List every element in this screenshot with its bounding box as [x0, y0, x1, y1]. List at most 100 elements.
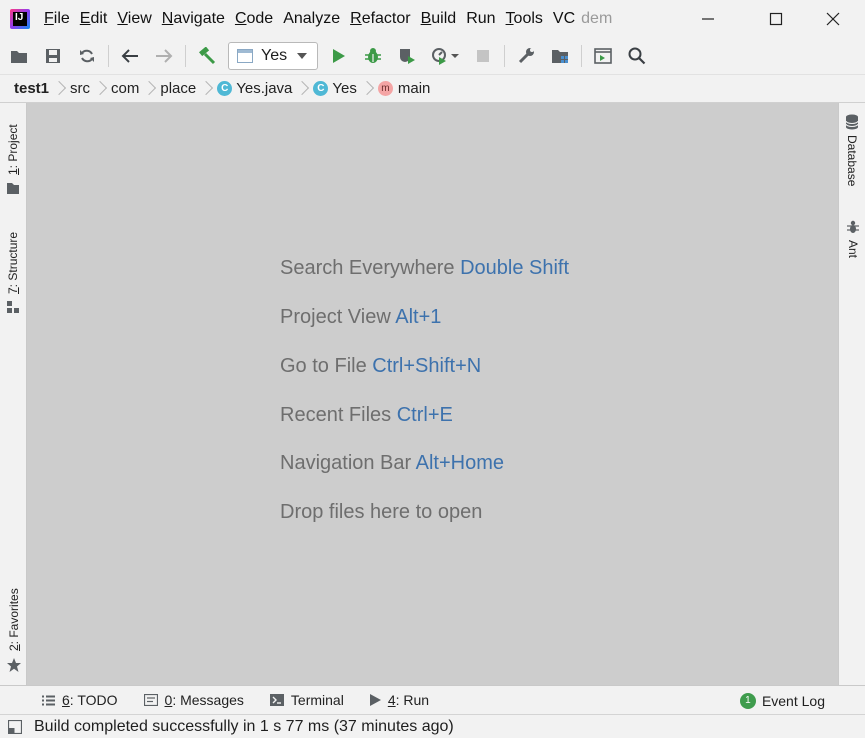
hint-project-view: Project View Alt+1	[280, 306, 442, 328]
crumb-file[interactable]: C Yes.java	[217, 80, 292, 97]
window-preview-icon	[594, 48, 612, 64]
crumb-method[interactable]: m main	[377, 80, 431, 97]
menu-code[interactable]: Code	[233, 10, 281, 28]
crumb-project[interactable]: test1	[14, 80, 49, 97]
presentation-button[interactable]	[589, 42, 617, 70]
status-bar: Build completed successfully in 1 s 77 m…	[0, 714, 865, 738]
hint-go-to-file: Go to File Ctrl+Shift+N	[280, 355, 482, 377]
stop-button[interactable]	[469, 42, 497, 70]
tab-favorites[interactable]: 2: Favorites	[6, 588, 22, 673]
save-all-button[interactable]	[39, 42, 67, 70]
stop-icon	[477, 50, 489, 62]
hint-recent-files: Recent Files Ctrl+E	[280, 404, 453, 426]
crumb-class-label: Yes	[332, 80, 357, 97]
menu-tools[interactable]: Tools	[504, 10, 551, 28]
minimize-button[interactable]	[685, 0, 731, 38]
crumb-method-label: main	[397, 80, 431, 97]
debug-button[interactable]	[359, 42, 387, 70]
run-button[interactable]	[325, 42, 353, 70]
crumb-src[interactable]: src	[70, 80, 90, 97]
status-message: Build completed successfully in 1 s 77 m…	[34, 717, 454, 735]
tab-messages[interactable]: 0: Messages	[143, 692, 244, 708]
chevron-down-icon	[297, 53, 307, 59]
right-tool-window-strip: Database Ant	[838, 103, 865, 685]
project-structure-button[interactable]	[546, 42, 574, 70]
folder-icon	[7, 183, 19, 194]
crumb-file-label: Yes.java	[236, 80, 293, 97]
profiler-icon	[432, 48, 459, 65]
event-log-label: Event Log	[761, 692, 825, 709]
crumb-separator	[203, 80, 212, 98]
menu-run[interactable]: Run	[464, 10, 503, 28]
play-icon	[333, 49, 345, 63]
play-icon	[369, 694, 381, 706]
back-button[interactable]	[116, 42, 144, 70]
bug-icon	[365, 48, 381, 63]
left-tool-window-strip: 1: Project 7: Structure 2: Favorites	[0, 103, 27, 685]
menu-file[interactable]: File	[42, 10, 78, 28]
hint-shortcut: Alt+1	[395, 306, 442, 328]
project-structure-icon	[552, 50, 568, 63]
toolbar-divider	[581, 45, 582, 67]
open-button[interactable]	[5, 42, 33, 70]
terminal-icon	[269, 694, 284, 706]
event-log-button[interactable]: 1 Event Log	[739, 686, 825, 715]
menu-view[interactable]: View	[115, 10, 159, 28]
profile-button[interactable]	[427, 42, 463, 70]
arrow-left-icon	[121, 49, 138, 63]
toolbar-divider	[185, 45, 186, 67]
crumb-separator	[97, 80, 106, 98]
run-with-coverage-button[interactable]	[393, 42, 421, 70]
crumb-separator	[146, 80, 155, 98]
status-toggle-icon[interactable]	[8, 719, 22, 734]
tab-project[interactable]: 1: Project	[6, 124, 20, 195]
crumb-separator	[56, 80, 65, 98]
database-icon	[845, 114, 859, 130]
tab-ant[interactable]: Ant	[846, 220, 860, 258]
forward-button[interactable]	[150, 42, 178, 70]
menu-navigate[interactable]: Navigate	[160, 10, 233, 28]
search-button[interactable]	[623, 42, 651, 70]
search-icon	[628, 47, 646, 65]
tab-run[interactable]: 4: Run	[369, 692, 429, 708]
hint-drop-files: Drop files here to open	[280, 501, 483, 523]
java-class-icon: C	[313, 81, 329, 96]
menu-vcs[interactable]: VC	[551, 10, 579, 28]
java-class-icon: C	[217, 81, 233, 96]
menu-bar: IJ File Edit View Navigate Code Analyze …	[0, 0, 865, 38]
crumb-com[interactable]: com	[111, 80, 139, 97]
settings-button[interactable]	[512, 42, 540, 70]
sync-button[interactable]	[73, 42, 101, 70]
menu-build[interactable]: Build	[419, 10, 465, 28]
hint-shortcut: Double Shift	[460, 257, 570, 279]
crumb-separator	[299, 80, 308, 98]
menu-refactor[interactable]: Refactor	[348, 10, 418, 28]
toolbar-divider	[504, 45, 505, 67]
maximize-button[interactable]	[753, 0, 799, 38]
tab-todo[interactable]: 6: TODO	[42, 692, 118, 708]
menu-analyze[interactable]: Analyze	[281, 10, 348, 28]
tab-database[interactable]: Database	[844, 114, 860, 186]
minimize-icon	[702, 18, 714, 20]
event-count-badge: 1	[739, 692, 756, 709]
tab-terminal[interactable]: Terminal	[269, 692, 344, 708]
editor-empty-area[interactable]: Search Everywhere Double Shift Project V…	[27, 103, 838, 685]
star-icon	[7, 658, 21, 672]
close-window-button[interactable]	[810, 0, 856, 38]
build-button[interactable]	[193, 42, 221, 70]
run-configuration-select[interactable]: Yes	[228, 42, 318, 70]
navigation-bar: test1 src com place C Yes.java C Yes m m…	[0, 74, 865, 103]
messages-icon	[143, 694, 158, 706]
tab-structure[interactable]: 7: Structure	[6, 232, 20, 314]
main-toolbar: Yes	[0, 38, 865, 74]
maximize-icon	[769, 12, 783, 26]
save-icon	[46, 49, 60, 63]
hint-navigation-bar: Navigation Bar Alt+Home	[280, 452, 505, 474]
crumb-class[interactable]: C Yes	[313, 80, 357, 97]
crumb-separator	[364, 80, 373, 98]
crumb-place[interactable]: place	[160, 80, 196, 97]
window-project-title: dem	[581, 10, 613, 27]
menu-edit[interactable]: Edit	[78, 10, 116, 28]
hint-search-everywhere: Search Everywhere Double Shift	[280, 257, 570, 279]
structure-icon	[7, 301, 19, 313]
